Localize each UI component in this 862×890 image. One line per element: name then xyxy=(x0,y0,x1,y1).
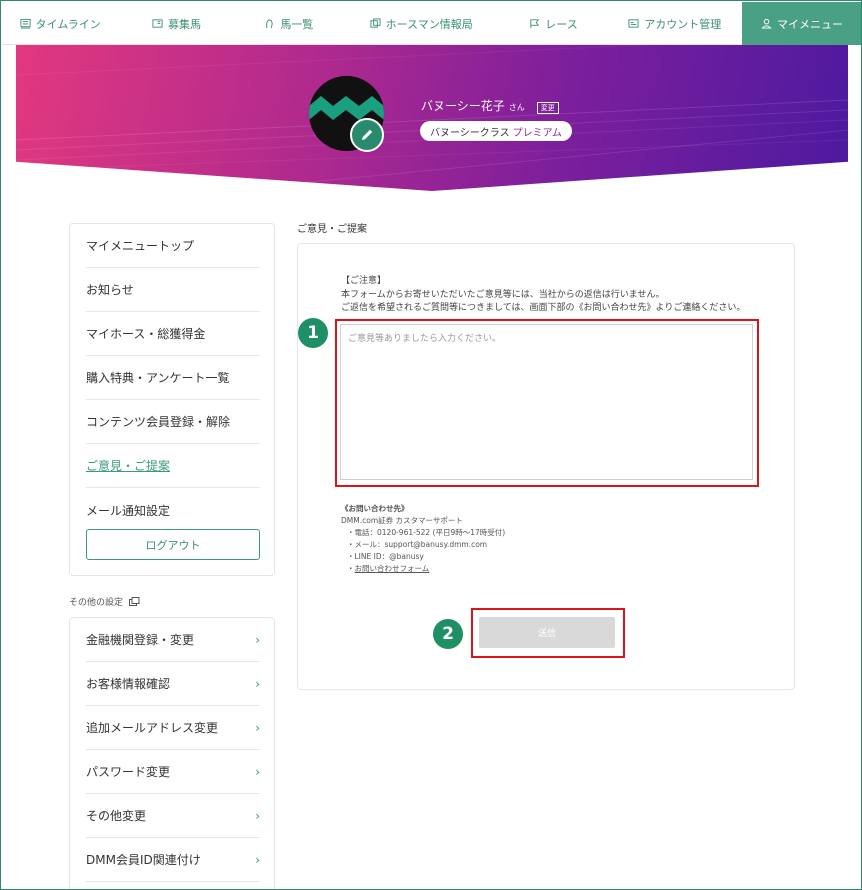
step-badge-2: 2 xyxy=(433,619,463,649)
other-item-label: その他変更 xyxy=(86,809,147,823)
other-item-misc[interactable]: その他変更 › xyxy=(86,794,260,838)
other-item-label: DMM会員ID関連付け xyxy=(86,853,201,867)
feedback-textarea[interactable] xyxy=(340,324,753,480)
chevron-right-icon: › xyxy=(255,720,260,735)
contact-line: ・LINE ID：@banusy xyxy=(347,552,424,561)
other-item-label: お客様情報確認 xyxy=(86,677,171,691)
nav-horseman-info[interactable]: ホースマン情報局 xyxy=(343,2,499,45)
membership-class-badge: バヌーシークラス プレミアム xyxy=(420,121,572,141)
contact-heading: 《お問い合わせ先》 xyxy=(341,504,409,513)
nav-label: アカウント管理 xyxy=(644,17,722,31)
other-item-bank[interactable]: 金融機関登録・変更 › xyxy=(86,618,260,662)
info-bureau-icon xyxy=(370,18,381,28)
banner-stripes xyxy=(16,45,848,191)
account-card-icon xyxy=(628,19,639,28)
sidebar-item-mail-settings[interactable]: メール通知設定 xyxy=(86,488,260,532)
chevron-right-icon: › xyxy=(255,808,260,823)
chevron-right-icon: › xyxy=(255,764,260,779)
other-item-password[interactable]: パスワード変更 › xyxy=(86,750,260,794)
top-nav: タイムライン 募集馬 馬一覧 ホースマン情報局 レース アカウント管理 マイメニ… xyxy=(2,2,861,45)
notice-line: ご返信を希望されるご質問等につきましては、画面下部の《お問い合わせ先》よりご連絡… xyxy=(341,303,746,313)
nav-label: レース xyxy=(545,17,578,31)
user-icon xyxy=(761,18,772,29)
notice-text: 【ご注意】 本フォームからお寄せいただいたご意見等には、当社からの返信は行いませ… xyxy=(341,275,781,316)
contact-company: DMM.com証券 カスタマーサポート xyxy=(341,516,463,525)
contact-email: ・メール：support@banusy.dmm.com xyxy=(347,540,488,549)
contact-info: 《お問い合わせ先》 DMM.com証券 カスタマーサポート ・電話：0120-9… xyxy=(341,503,601,575)
chevron-right-icon: › xyxy=(255,676,260,691)
class-tier: プレミアム xyxy=(512,127,562,139)
nav-my-menu[interactable]: マイメニュー xyxy=(741,2,861,45)
other-item-label: パスワード変更 xyxy=(86,765,171,779)
honorific: さん xyxy=(508,103,525,112)
edit-avatar-button[interactable] xyxy=(350,118,384,152)
other-settings-card: 金融機関登録・変更 › お客様情報確認 › 追加メールアドレス変更 › パスワード変更… xyxy=(69,617,275,889)
other-item-dmm-link[interactable]: DMM会員ID関連付け › xyxy=(86,838,260,882)
horse-card-icon xyxy=(152,19,163,28)
profile-name: バヌーシー花子 さん 変更 xyxy=(421,97,559,114)
nav-race[interactable]: レース xyxy=(499,2,607,45)
contact-form-row: ・お問い合わせフォーム xyxy=(341,563,601,575)
other-settings-label: その他の設定 xyxy=(69,598,124,608)
contact-form-bullet: ・ xyxy=(347,564,355,573)
nav-label: 馬一覧 xyxy=(280,17,314,31)
pencil-icon xyxy=(362,129,373,140)
my-menu-sidebar: マイメニュートップ お知らせ マイホース・総獲得金 購入特典・アンケート一覧 コ… xyxy=(69,223,275,576)
change-name-button[interactable]: 変更 xyxy=(536,102,559,114)
notice-heading: 【ご注意】 xyxy=(341,276,387,286)
sidebar-item-benefits[interactable]: 購入特典・アンケート一覧 xyxy=(86,356,260,400)
sidebar-list: マイメニュートップ お知らせ マイホース・総獲得金 購入特典・アンケート一覧 コ… xyxy=(86,224,260,532)
other-item-customer-info[interactable]: お客様情報確認 › xyxy=(86,662,260,706)
other-item-extra-email[interactable]: 追加メールアドレス変更 › xyxy=(86,706,260,750)
other-item-label: 追加メールアドレス変更 xyxy=(86,721,219,735)
timeline-icon xyxy=(20,18,31,29)
other-settings-heading: その他の設定 xyxy=(69,595,140,608)
nav-recruit-horses[interactable]: 募集馬 xyxy=(118,2,234,45)
sidebar-item-my-menu-top[interactable]: マイメニュートップ xyxy=(86,224,260,268)
nav-label: タイムライン xyxy=(35,17,101,31)
other-settings-list: 金融機関登録・変更 › お客様情報確認 › 追加メールアドレス変更 › パスワード変更… xyxy=(86,618,260,882)
user-name: バヌーシー花子 xyxy=(421,99,505,113)
nav-timeline[interactable]: タイムライン xyxy=(2,2,118,45)
page-frame: タイムライン 募集馬 馬一覧 ホースマン情報局 レース アカウント管理 マイメニ… xyxy=(0,0,862,890)
page-title: ご意見・ご提案 xyxy=(297,224,367,235)
nav-label: マイメニュー xyxy=(776,17,843,31)
chevron-right-icon: › xyxy=(255,632,260,647)
sidebar-item-my-horses[interactable]: マイホース・総獲得金 xyxy=(86,312,260,356)
step-badge-1: 1 xyxy=(298,318,328,348)
other-item-label: 金融機関登録・変更 xyxy=(86,633,195,647)
nav-horse-list[interactable]: 馬一覧 xyxy=(235,2,343,45)
external-window-icon xyxy=(129,597,140,606)
logout-button[interactable]: ログアウト xyxy=(86,529,260,560)
sidebar-item-feedback[interactable]: ご意見・ご提案 xyxy=(86,444,260,488)
nav-label: 募集馬 xyxy=(167,17,201,31)
contact-form-link[interactable]: お問い合わせフォーム xyxy=(355,564,430,573)
notice-line: 本フォームからお寄せいただいたご意見等には、当社からの返信は行いません。 xyxy=(341,289,665,300)
race-flag-icon xyxy=(530,19,540,29)
class-label: バヌーシークラス xyxy=(430,127,510,139)
nav-label: ホースマン情報局 xyxy=(385,17,473,31)
profile-banner xyxy=(16,45,848,191)
contact-phone: ・電話：0120-961-522 (平日9時～17時受付) xyxy=(347,528,506,537)
chevron-right-icon: › xyxy=(255,852,260,867)
submit-button[interactable]: 送信 xyxy=(479,617,615,648)
sidebar-item-notices[interactable]: お知らせ xyxy=(86,268,260,312)
horse-list-icon xyxy=(266,19,274,29)
sidebar-item-content-membership[interactable]: コンテンツ会員登録・解除 xyxy=(86,400,260,444)
nav-account[interactable]: アカウント管理 xyxy=(608,2,742,45)
